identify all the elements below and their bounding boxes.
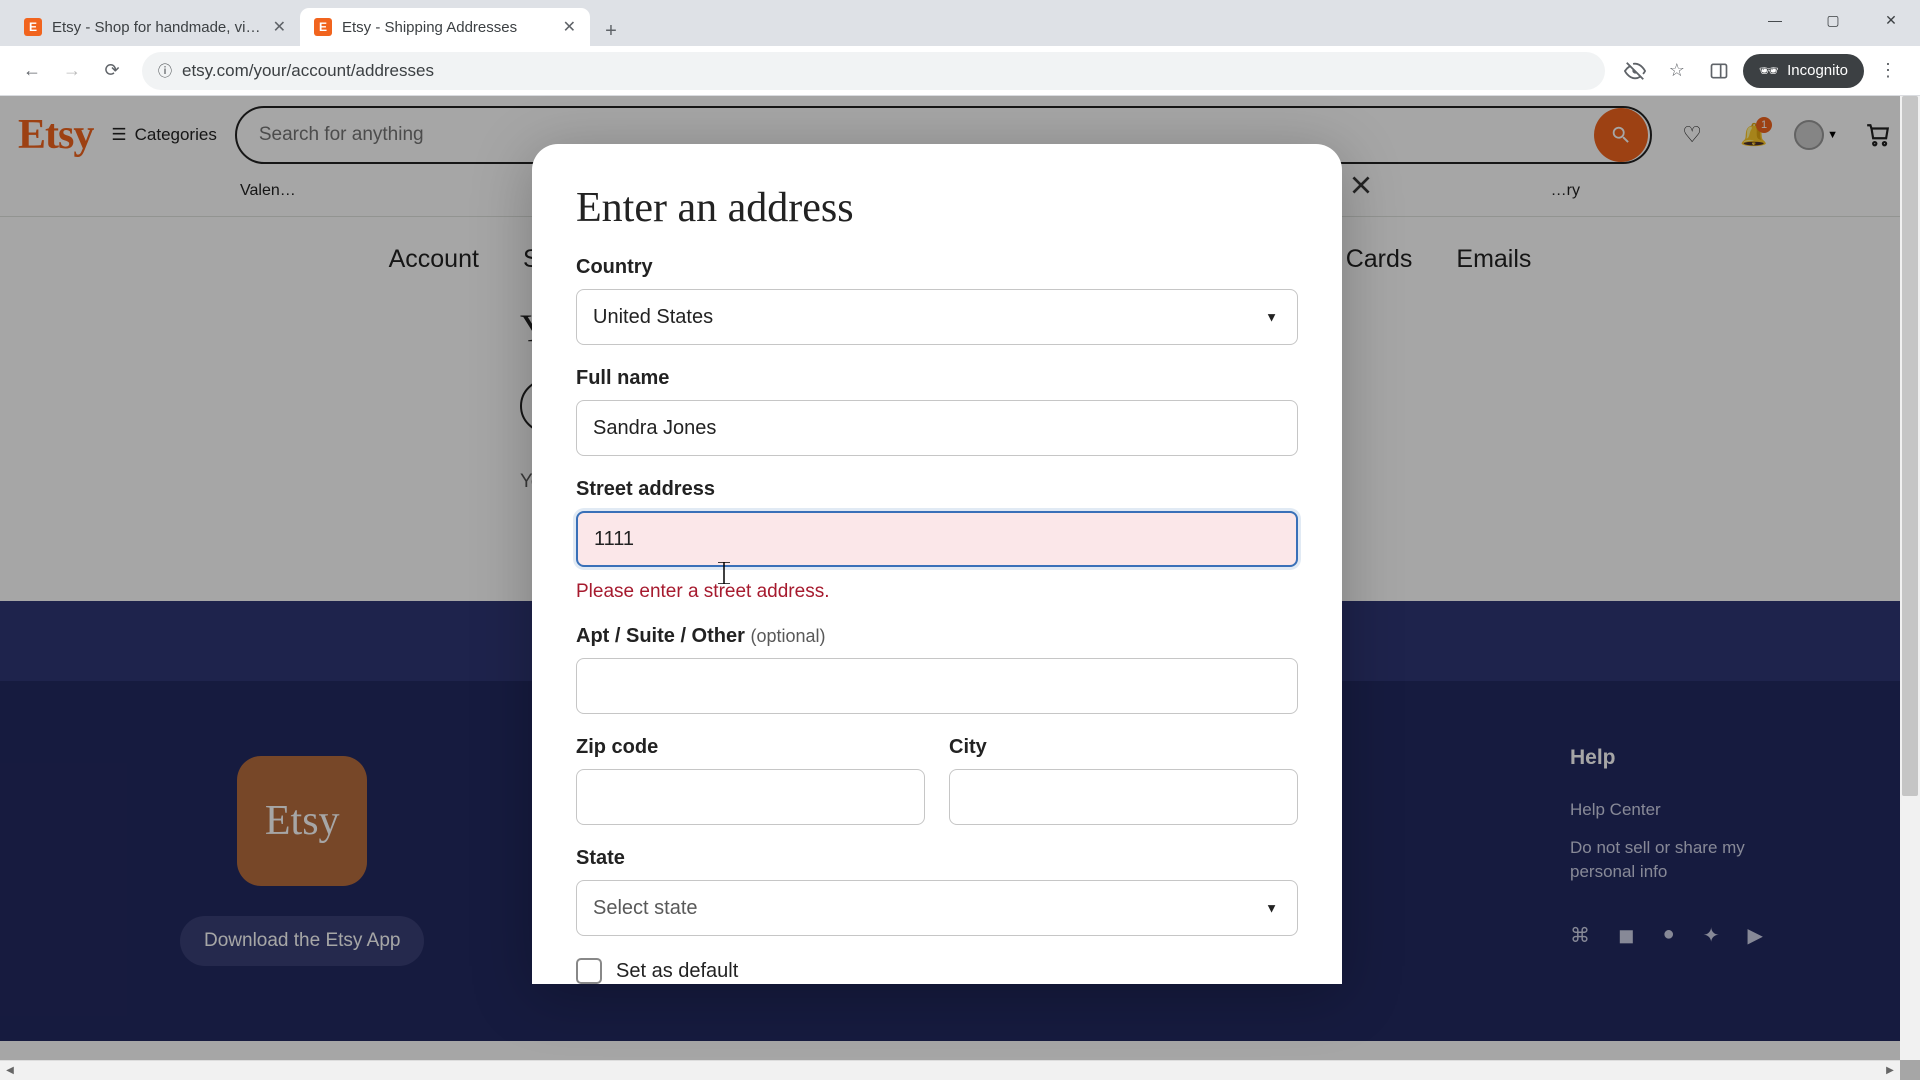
default-checkbox[interactable]: [576, 958, 602, 984]
street-label: Street address: [576, 478, 1298, 501]
default-label: Set as default: [616, 960, 738, 983]
apt-input[interactable]: [576, 658, 1298, 714]
country-select[interactable]: United States: [576, 289, 1298, 345]
tab-strip: E Etsy - Shop for handmade, vint… ✕ E Et…: [0, 0, 1920, 46]
full-name-input[interactable]: [576, 400, 1298, 456]
scrollbar-thumb[interactable]: [1902, 96, 1918, 796]
optional-hint: (optional): [750, 626, 825, 646]
url-text: etsy.com/your/account/addresses: [182, 61, 434, 81]
tab-title: Etsy - Shop for handmade, vint…: [52, 19, 263, 36]
site-info-icon[interactable]: ⓘ: [158, 61, 172, 81]
close-window-button[interactable]: ✕: [1862, 0, 1920, 40]
vertical-scrollbar[interactable]: [1900, 96, 1920, 1060]
horizontal-scrollbar[interactable]: ◀ ▶: [0, 1060, 1900, 1080]
address-modal: Enter an address Country United States F…: [532, 144, 1342, 984]
street-address-input[interactable]: [576, 511, 1298, 567]
minimize-button[interactable]: —: [1746, 0, 1804, 40]
page-viewport: Etsy ☰ Categories ♡ 🔔1 ▼: [0, 96, 1920, 1080]
new-tab-button[interactable]: +: [596, 16, 626, 46]
forward-button[interactable]: →: [54, 53, 90, 89]
incognito-label: Incognito: [1787, 62, 1848, 79]
etsy-favicon-icon: E: [24, 18, 42, 36]
eye-off-icon[interactable]: [1617, 53, 1653, 89]
country-label: Country: [576, 256, 1298, 279]
apt-label: Apt / Suite / Other (optional): [576, 625, 1298, 648]
reload-button[interactable]: ⟳: [94, 53, 130, 89]
url-bar[interactable]: ⓘ etsy.com/your/account/addresses: [142, 52, 1605, 90]
browser-toolbar: ← → ⟳ ⓘ etsy.com/your/account/addresses …: [0, 46, 1920, 96]
scroll-left-arrow[interactable]: ◀: [0, 1065, 20, 1076]
incognito-icon: 🕶: [1759, 61, 1779, 81]
window-controls: — ▢ ✕: [1746, 0, 1920, 40]
tab-title: Etsy - Shipping Addresses: [342, 19, 553, 36]
modal-title: Enter an address: [576, 184, 1298, 232]
full-name-label: Full name: [576, 367, 1298, 390]
street-error-message: Please enter a street address.: [576, 581, 1298, 603]
close-icon: [1348, 172, 1374, 198]
maximize-button[interactable]: ▢: [1804, 0, 1862, 40]
zip-input[interactable]: [576, 769, 925, 825]
tab-etsy-home[interactable]: E Etsy - Shop for handmade, vint… ✕: [10, 8, 300, 46]
close-icon[interactable]: ✕: [273, 17, 286, 37]
city-label: City: [949, 736, 1298, 759]
etsy-favicon-icon: E: [314, 18, 332, 36]
city-input[interactable]: [949, 769, 1298, 825]
browser-chrome: E Etsy - Shop for handmade, vint… ✕ E Et…: [0, 0, 1920, 96]
bookmark-star-icon[interactable]: ☆: [1659, 53, 1695, 89]
state-select[interactable]: Select state: [576, 880, 1298, 936]
zip-label: Zip code: [576, 736, 925, 759]
state-label: State: [576, 847, 1298, 870]
tab-etsy-addresses[interactable]: E Etsy - Shipping Addresses ✕: [300, 8, 590, 46]
close-modal-button[interactable]: [1340, 164, 1382, 206]
scroll-right-arrow[interactable]: ▶: [1880, 1065, 1900, 1076]
side-panel-icon[interactable]: [1701, 53, 1737, 89]
back-button[interactable]: ←: [14, 53, 50, 89]
incognito-badge[interactable]: 🕶 Incognito: [1743, 54, 1864, 88]
kebab-menu-icon[interactable]: ⋮: [1870, 53, 1906, 89]
close-icon[interactable]: ✕: [563, 17, 576, 37]
